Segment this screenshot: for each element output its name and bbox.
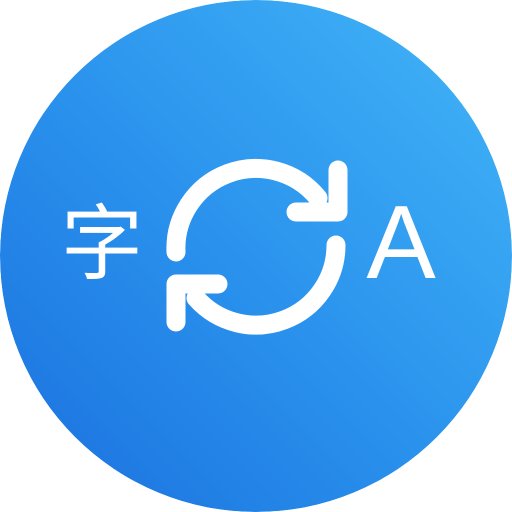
swap-arrows-icon xyxy=(166,159,348,335)
target-language-glyph: A xyxy=(366,185,436,301)
source-language-glyph: 字 xyxy=(60,197,143,292)
translate-app-icon: 字 A xyxy=(0,0,512,512)
